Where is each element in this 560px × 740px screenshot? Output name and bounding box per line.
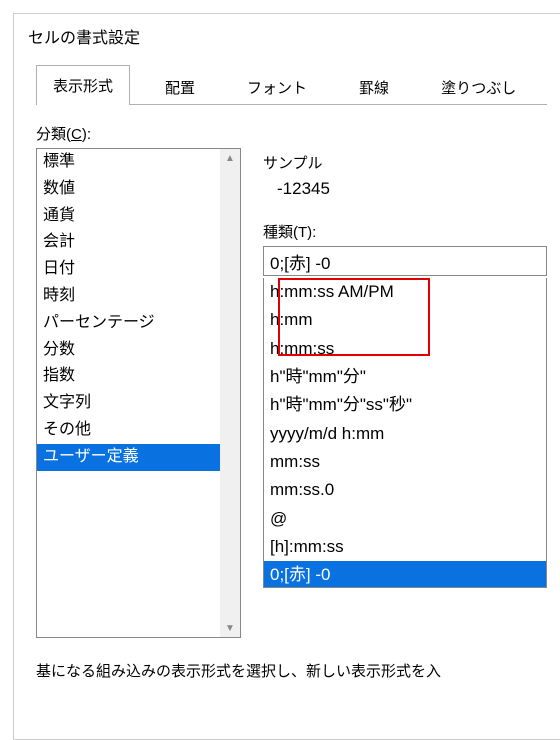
type-item[interactable]: h:mm xyxy=(264,306,546,334)
description-text: 基になる組み込みの表示形式を選択し、新しい表示形式を入 xyxy=(36,660,547,681)
type-item[interactable]: 0;[赤] -0 xyxy=(264,561,546,588)
type-input[interactable] xyxy=(263,246,547,276)
category-item[interactable]: 時刻 xyxy=(37,283,220,310)
category-item[interactable]: 標準 xyxy=(37,149,220,176)
tab-fill[interactable]: 塗りつぶし xyxy=(424,69,533,105)
tab-font[interactable]: フォント xyxy=(230,69,324,105)
format-cells-dialog: セルの書式設定 表示形式 配置 フォント 罫線 塗りつぶし 分類(C): 標準数… xyxy=(13,13,560,740)
category-listbox[interactable]: 標準数値通貨会計日付時刻パーセンテージ分数指数文字列その他ユーザー定義 ▲ ▼ xyxy=(36,148,241,638)
category-item[interactable]: 通貨 xyxy=(37,203,220,230)
category-item[interactable]: ユーザー定義 xyxy=(37,444,220,471)
scrollbar[interactable]: ▲ ▼ xyxy=(220,149,240,637)
tab-alignment[interactable]: 配置 xyxy=(148,69,212,105)
sample-label: サンプル xyxy=(263,152,547,173)
type-item[interactable]: h:mm:ss AM/PM xyxy=(264,278,546,306)
sample-value: -12345 xyxy=(277,179,547,199)
category-item[interactable]: 分数 xyxy=(37,337,220,364)
type-item[interactable]: [h]:mm:ss xyxy=(264,533,546,561)
type-item[interactable]: h"時"mm"分"ss"秒" xyxy=(264,391,546,419)
type-label: 種類(T): xyxy=(263,221,547,242)
category-item[interactable]: その他 xyxy=(37,417,220,444)
scroll-up-icon[interactable]: ▲ xyxy=(220,149,240,167)
type-item[interactable]: mm:ss xyxy=(264,448,546,476)
type-listbox[interactable]: h:mm:ss AM/PMh:mmh:mm:ssh"時"mm"分"h"時"mm"… xyxy=(263,278,547,588)
type-item[interactable]: mm:ss.0 xyxy=(264,476,546,504)
category-item[interactable]: 日付 xyxy=(37,256,220,283)
category-item[interactable]: 会計 xyxy=(37,229,220,256)
category-item[interactable]: 文字列 xyxy=(37,390,220,417)
type-item[interactable]: yyyy/m/d h:mm xyxy=(264,420,546,448)
category-item[interactable]: 指数 xyxy=(37,363,220,390)
dialog-title: セルの書式設定 xyxy=(14,14,560,64)
category-item[interactable]: 数値 xyxy=(37,176,220,203)
type-item[interactable]: h:mm:ss xyxy=(264,335,546,363)
tab-number-format[interactable]: 表示形式 xyxy=(36,65,130,105)
tab-bar: 表示形式 配置 フォント 罫線 塗りつぶし xyxy=(36,64,547,105)
category-item[interactable]: パーセンテージ xyxy=(37,310,220,337)
category-label: 分類(C): xyxy=(36,123,547,144)
scroll-down-icon[interactable]: ▼ xyxy=(220,619,240,637)
type-item[interactable]: @ xyxy=(264,505,546,533)
type-item[interactable]: h"時"mm"分" xyxy=(264,363,546,391)
tab-border[interactable]: 罫線 xyxy=(342,69,406,105)
